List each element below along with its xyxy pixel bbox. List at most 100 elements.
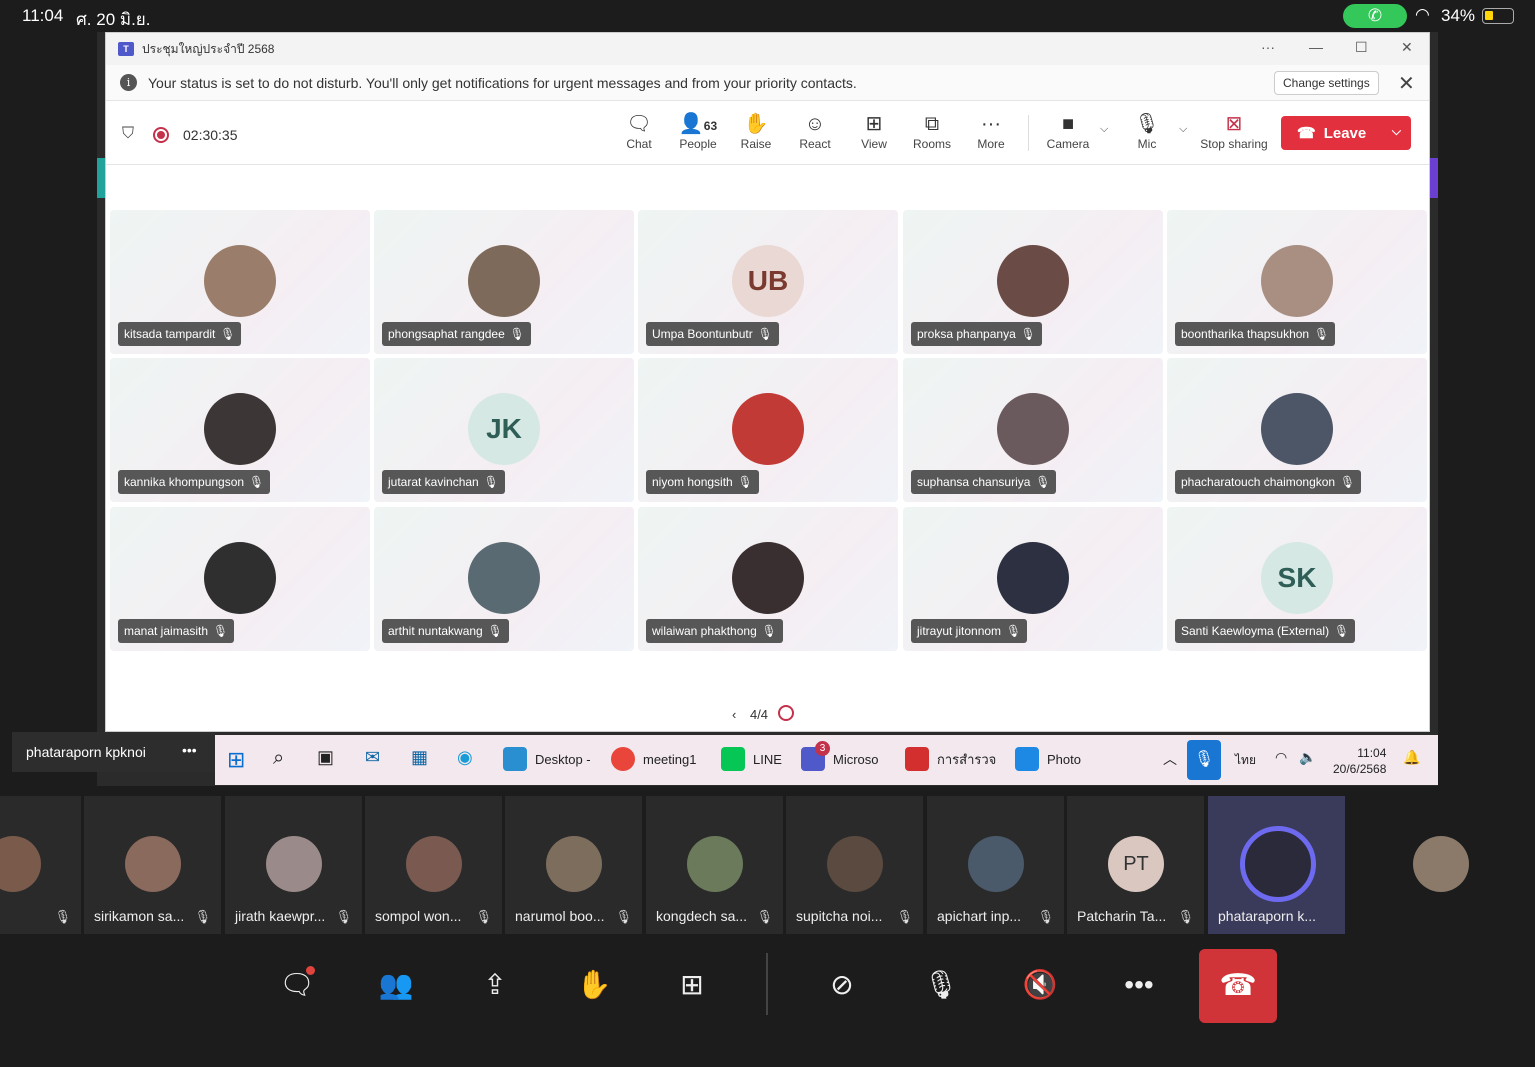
line-icon xyxy=(721,747,745,771)
maximize-icon[interactable]: ☐ xyxy=(1355,39,1368,56)
people-label: People xyxy=(679,137,717,151)
participant-name-tag: boontharika thapsukhon 🎙 xyxy=(1175,322,1336,346)
mic-muted-icon: 🎙 xyxy=(335,909,352,924)
mic-muted-icon: 🎙 xyxy=(1035,475,1051,489)
react-button[interactable]: ☺ React xyxy=(786,111,844,151)
close-banner-icon[interactable]: ✕ xyxy=(1398,71,1415,96)
edge-icon[interactable]: ◉ xyxy=(457,747,473,768)
presenter-more-icon[interactable]: ••• xyxy=(182,742,197,758)
participant-tile[interactable]: wilaiwan phakthong 🎙 xyxy=(638,507,898,651)
taskbar-line[interactable]: LINE xyxy=(721,747,782,771)
strip-participant-tile[interactable]: jirath kaewpr... 🎙 xyxy=(225,796,362,934)
apps-control[interactable]: ⊞ xyxy=(667,960,717,1010)
battery-percent: 34% xyxy=(1441,6,1476,25)
store-icon[interactable]: ▦ xyxy=(411,747,428,768)
people-button[interactable]: 👤63 People xyxy=(669,111,727,151)
window-titlebar: T ประชุมใหญ่ประจำปี 2568 ··· — ☐ ✕ xyxy=(106,33,1429,65)
taskbar-pdf[interactable]: การสำรวจ xyxy=(905,747,996,771)
participant-tile[interactable]: proksa phanpanya 🎙 xyxy=(903,210,1163,354)
stop-sharing-button[interactable]: ⊠ Stop sharing xyxy=(1199,111,1269,151)
avatar xyxy=(997,542,1069,614)
participant-tile[interactable]: SK Santi Kaewloyma (External) 🎙 xyxy=(1167,507,1427,651)
taskbar-teams[interactable]: 3 Microso xyxy=(801,741,879,771)
mute-control[interactable]: 🎙 xyxy=(916,960,966,1010)
participant-tile[interactable]: UB Umpa Boontunbutr 🎙 xyxy=(638,210,898,354)
strip-participant-tile[interactable]: kongdech sa... 🎙 xyxy=(646,796,783,934)
wifi-icon[interactable]: ◠ xyxy=(1275,749,1287,766)
mic-button[interactable]: 🎙 Mic xyxy=(1118,111,1176,151)
prev-page-icon[interactable]: ‹ xyxy=(732,707,736,722)
strip-participant-tile[interactable]: sompol won... 🎙 xyxy=(365,796,502,934)
strip-participant-tile[interactable]: apichart inp... 🎙 xyxy=(927,796,1064,934)
end-call-button[interactable]: ☎ xyxy=(1199,949,1277,1023)
close-window-icon[interactable]: ✕ xyxy=(1401,39,1413,56)
participant-tile[interactable]: kannika khompungson 🎙 xyxy=(110,358,370,502)
windows-start-icon[interactable]: ⊞ xyxy=(227,747,245,773)
leave-button[interactable]: ☎ Leave ⌵ xyxy=(1281,116,1411,150)
participant-tile[interactable]: manat jaimasith 🎙 xyxy=(110,507,370,651)
raise-hand-button[interactable]: ✋ Raise xyxy=(727,111,785,151)
leave-options-chevron-icon[interactable]: ⌵ xyxy=(1392,124,1401,139)
participant-tile[interactable]: suphansa chansuriya 🎙 xyxy=(903,358,1163,502)
participant-tile[interactable]: phacharatouch chaimongkon 🎙 xyxy=(1167,358,1427,502)
mic-options-chevron-icon[interactable]: ⌵ xyxy=(1179,123,1187,136)
more-options-icon[interactable]: ··· xyxy=(1261,39,1275,55)
reactions-control[interactable]: ✋ xyxy=(569,960,619,1010)
chat-control[interactable]: 🗨 xyxy=(272,960,322,1010)
participant-tile[interactable]: niyom hongsith 🎙 xyxy=(638,358,898,502)
rooms-button[interactable]: ⧉ Rooms xyxy=(903,111,961,151)
participant-tile[interactable]: jitrayut jitonnom 🎙 xyxy=(903,507,1163,651)
task-view-icon[interactable]: ▣ xyxy=(317,747,334,768)
mic-muted-icon: 🎙 xyxy=(896,909,913,924)
chat-button[interactable]: 🗨 Chat xyxy=(610,111,668,151)
participant-name-tag: kannika khompungson 🎙 xyxy=(118,470,271,494)
chrome-icon xyxy=(611,747,635,771)
active-call-pill[interactable]: ✆ xyxy=(1343,4,1407,28)
strip-participant-tile[interactable]: narumol boo... 🎙 xyxy=(505,796,642,934)
camera-off-control[interactable]: ⊘ xyxy=(817,960,867,1010)
participant-tile[interactable]: JK jutarat kavinchan 🎙 xyxy=(374,358,634,502)
participant-tile[interactable]: kitsada tampardit 🎙 xyxy=(110,210,370,354)
presenter-name: phataraporn kpknoi xyxy=(26,744,146,760)
search-icon[interactable]: ⌕ xyxy=(273,747,284,770)
teams-badge: 3 xyxy=(815,741,830,756)
more-control[interactable]: ••• xyxy=(1114,960,1164,1010)
self-participant-tile[interactable]: phataraporn k... xyxy=(1208,796,1345,934)
tray-mic-button[interactable]: 🎙 xyxy=(1187,740,1221,780)
dnd-banner: i Your status is set to do not disturb. … xyxy=(106,65,1429,101)
view-button[interactable]: ⊞ View xyxy=(845,111,903,151)
overflow-participant-tile[interactable] xyxy=(1372,796,1509,934)
participant-tile[interactable]: phongsaphat rangdee 🎙 xyxy=(374,210,634,354)
participant-tile[interactable]: boontharika thapsukhon 🎙 xyxy=(1167,210,1427,354)
speaker-off-control[interactable]: 🔇 xyxy=(1015,960,1065,1010)
share-control[interactable]: ⇪ xyxy=(470,960,520,1010)
gallery-pager: ‹ 4/4 xyxy=(732,703,794,722)
change-settings-button[interactable]: Change settings xyxy=(1274,71,1379,95)
avatar xyxy=(732,542,804,614)
avatar: PT xyxy=(1108,836,1164,892)
taskbar-chrome[interactable]: meeting1 xyxy=(611,747,696,771)
camera-options-chevron-icon[interactable]: ⌵ xyxy=(1100,123,1108,136)
avatar xyxy=(997,393,1069,465)
strip-participant-tile[interactable]: kant...🎙 xyxy=(0,796,81,934)
banner-text: Your status is set to do not disturb. Yo… xyxy=(148,74,857,91)
minimize-icon[interactable]: — xyxy=(1309,39,1323,55)
participants-control[interactable]: 👥 xyxy=(371,960,421,1010)
participant-tile[interactable]: arthit nuntakwang 🎙 xyxy=(374,507,634,651)
taskbar-photo[interactable]: Photo xyxy=(1015,747,1081,771)
strip-participant-tile[interactable]: PT Patcharin Ta... 🎙 xyxy=(1067,796,1204,934)
participant-name-tag: wilaiwan phakthong 🎙 xyxy=(646,619,783,643)
taskbar-clock[interactable]: 11:04 20/6/2568 xyxy=(1333,745,1386,777)
outlook-icon[interactable]: ✉ xyxy=(365,747,380,768)
speaker-icon[interactable]: 🔈 xyxy=(1299,749,1316,766)
camera-button[interactable]: ■ Camera xyxy=(1039,111,1097,151)
taskbar-desktop[interactable]: Desktop - xyxy=(503,747,591,771)
tray-chevron-up-icon[interactable]: ︿ xyxy=(1163,749,1177,769)
strip-participant-tile[interactable]: supitcha noi... 🎙 xyxy=(786,796,923,934)
participant-name-tag: Santi Kaewloyma (External) 🎙 xyxy=(1175,619,1356,643)
language-indicator[interactable]: ไทย xyxy=(1235,751,1256,770)
strip-participant-tile[interactable]: sirikamon sa... 🎙 xyxy=(84,796,221,934)
hand-icon: ✋ xyxy=(743,113,769,135)
more-button[interactable]: ··· More xyxy=(962,111,1020,151)
notification-bell-icon[interactable]: 🔔 xyxy=(1403,749,1420,766)
